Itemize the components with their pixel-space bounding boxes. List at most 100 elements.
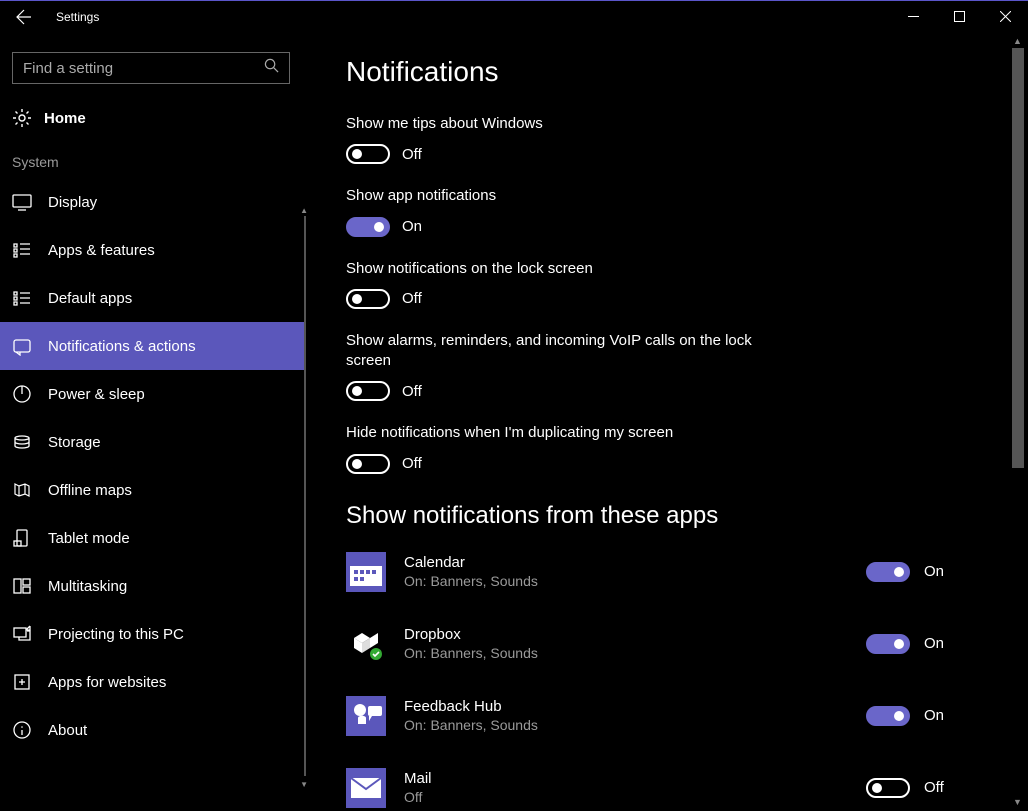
nav-label: Power & sleep (48, 386, 145, 403)
nav-icon (12, 288, 32, 308)
nav-label: Projecting to this PC (48, 626, 184, 643)
app-icon (346, 624, 386, 664)
nav-icon (12, 528, 32, 548)
search-input[interactable] (23, 60, 264, 77)
back-button[interactable] (0, 1, 48, 33)
option-row: Show app notifications On (346, 186, 986, 236)
sidebar-item-projecting-to-this-pc[interactable]: Projecting to this PC (0, 610, 306, 658)
title-bar: Settings (0, 0, 1028, 32)
search-icon (264, 58, 279, 78)
page-title: Notifications (346, 56, 986, 88)
nav-label: Apps & features (48, 242, 155, 259)
window-title: Settings (56, 10, 99, 24)
sidebar-item-apps-for-websites[interactable]: Apps for websites (0, 658, 306, 706)
sidebar-item-power-sleep[interactable]: Power & sleep (0, 370, 306, 418)
app-icon (346, 552, 386, 592)
app-icon (346, 696, 386, 736)
nav-icon (12, 240, 32, 260)
toggle-state-text: On (402, 218, 422, 235)
search-box[interactable] (12, 52, 290, 84)
toggle-switch[interactable] (346, 144, 390, 164)
sidebar-home[interactable]: Home (0, 98, 306, 138)
app-name: Mail (404, 770, 666, 787)
maximize-button[interactable] (936, 1, 982, 33)
toggle-state-text: Off (402, 383, 422, 400)
nav-label: Notifications & actions (48, 338, 196, 355)
sidebar-item-notifications-actions[interactable]: Notifications & actions (0, 322, 306, 370)
nav-icon (12, 624, 32, 644)
nav-icon (12, 336, 32, 356)
toggle-state-text: Off (924, 779, 944, 796)
app-name: Feedback Hub (404, 698, 666, 715)
toggle-switch[interactable] (866, 706, 910, 726)
nav-icon (12, 384, 32, 404)
option-label: Hide notifications when I'm duplicating … (346, 423, 766, 443)
option-row: Hide notifications when I'm duplicating … (346, 423, 986, 473)
close-button[interactable] (982, 1, 1028, 33)
sidebar-item-apps-features[interactable]: Apps & features (0, 226, 306, 274)
scrollbar-thumb[interactable] (1012, 48, 1024, 468)
nav-label: Storage (48, 434, 101, 451)
toggle-state-text: On (924, 563, 944, 580)
sidebar: Home System Display Apps & features Defaul… (0, 32, 306, 811)
toggle-switch[interactable] (346, 217, 390, 237)
nav-icon (12, 720, 32, 740)
app-notification-row[interactable]: Feedback Hub On: Banners, Sounds On (346, 696, 986, 736)
option-row: Show notifications on the lock screen Off (346, 259, 986, 309)
toggle-state-text: Off (402, 146, 422, 163)
app-sub: On: Banners, Sounds (404, 573, 666, 589)
minimize-button[interactable] (890, 1, 936, 33)
toggle-switch[interactable] (866, 778, 910, 798)
toggle-state-text: On (924, 707, 944, 724)
app-sub: On: Banners, Sounds (404, 717, 666, 733)
nav-label: About (48, 722, 87, 739)
toggle-switch[interactable] (866, 562, 910, 582)
app-notification-row[interactable]: Calendar On: Banners, Sounds On (346, 552, 986, 592)
toggle-switch[interactable] (346, 381, 390, 401)
sidebar-item-display[interactable]: Display (0, 178, 306, 226)
sidebar-item-offline-maps[interactable]: Offline maps (0, 466, 306, 514)
toggle-switch[interactable] (346, 454, 390, 474)
toggle-state-text: Off (402, 290, 422, 307)
option-label: Show me tips about Windows (346, 114, 766, 134)
chevron-up-icon[interactable]: ▲ (1013, 36, 1022, 46)
nav-label: Default apps (48, 290, 132, 307)
nav-icon (12, 192, 32, 212)
toggle-switch[interactable] (346, 289, 390, 309)
app-name: Calendar (404, 554, 666, 571)
app-icon (346, 768, 386, 808)
nav-label: Multitasking (48, 578, 127, 595)
option-label: Show alarms, reminders, and incoming VoI… (346, 331, 766, 372)
toggle-switch[interactable] (866, 634, 910, 654)
app-sub: Off (404, 789, 666, 805)
sidebar-category: System (0, 138, 306, 178)
content-area: Notifications Show me tips about Windows… (306, 32, 1028, 811)
nav-label: Tablet mode (48, 530, 130, 547)
content-scrollbar[interactable]: ▲ ▼ (1010, 36, 1026, 807)
home-label: Home (44, 110, 86, 127)
option-label: Show notifications on the lock screen (346, 259, 766, 279)
toggle-state-text: On (924, 635, 944, 652)
sidebar-item-tablet-mode[interactable]: Tablet mode (0, 514, 306, 562)
nav-label: Offline maps (48, 482, 132, 499)
nav-label: Display (48, 194, 97, 211)
sidebar-item-multitasking[interactable]: Multitasking (0, 562, 306, 610)
app-sub: On: Banners, Sounds (404, 645, 666, 661)
toggle-state-text: Off (402, 455, 422, 472)
sidebar-item-about[interactable]: About (0, 706, 306, 754)
app-name: Dropbox (404, 626, 666, 643)
nav-icon (12, 672, 32, 692)
nav-icon (12, 480, 32, 500)
nav-icon (12, 576, 32, 596)
app-notification-row[interactable]: Mail Off Off (346, 768, 986, 808)
chevron-down-icon[interactable]: ▼ (1013, 797, 1022, 807)
sidebar-item-storage[interactable]: Storage (0, 418, 306, 466)
option-row: Show alarms, reminders, and incoming VoI… (346, 331, 986, 402)
gear-icon (12, 108, 32, 128)
apps-heading: Show notifications from these apps (346, 502, 986, 530)
sidebar-item-default-apps[interactable]: Default apps (0, 274, 306, 322)
nav-icon (12, 432, 32, 452)
nav-label: Apps for websites (48, 674, 166, 691)
option-label: Show app notifications (346, 186, 766, 206)
app-notification-row[interactable]: Dropbox On: Banners, Sounds On (346, 624, 986, 664)
